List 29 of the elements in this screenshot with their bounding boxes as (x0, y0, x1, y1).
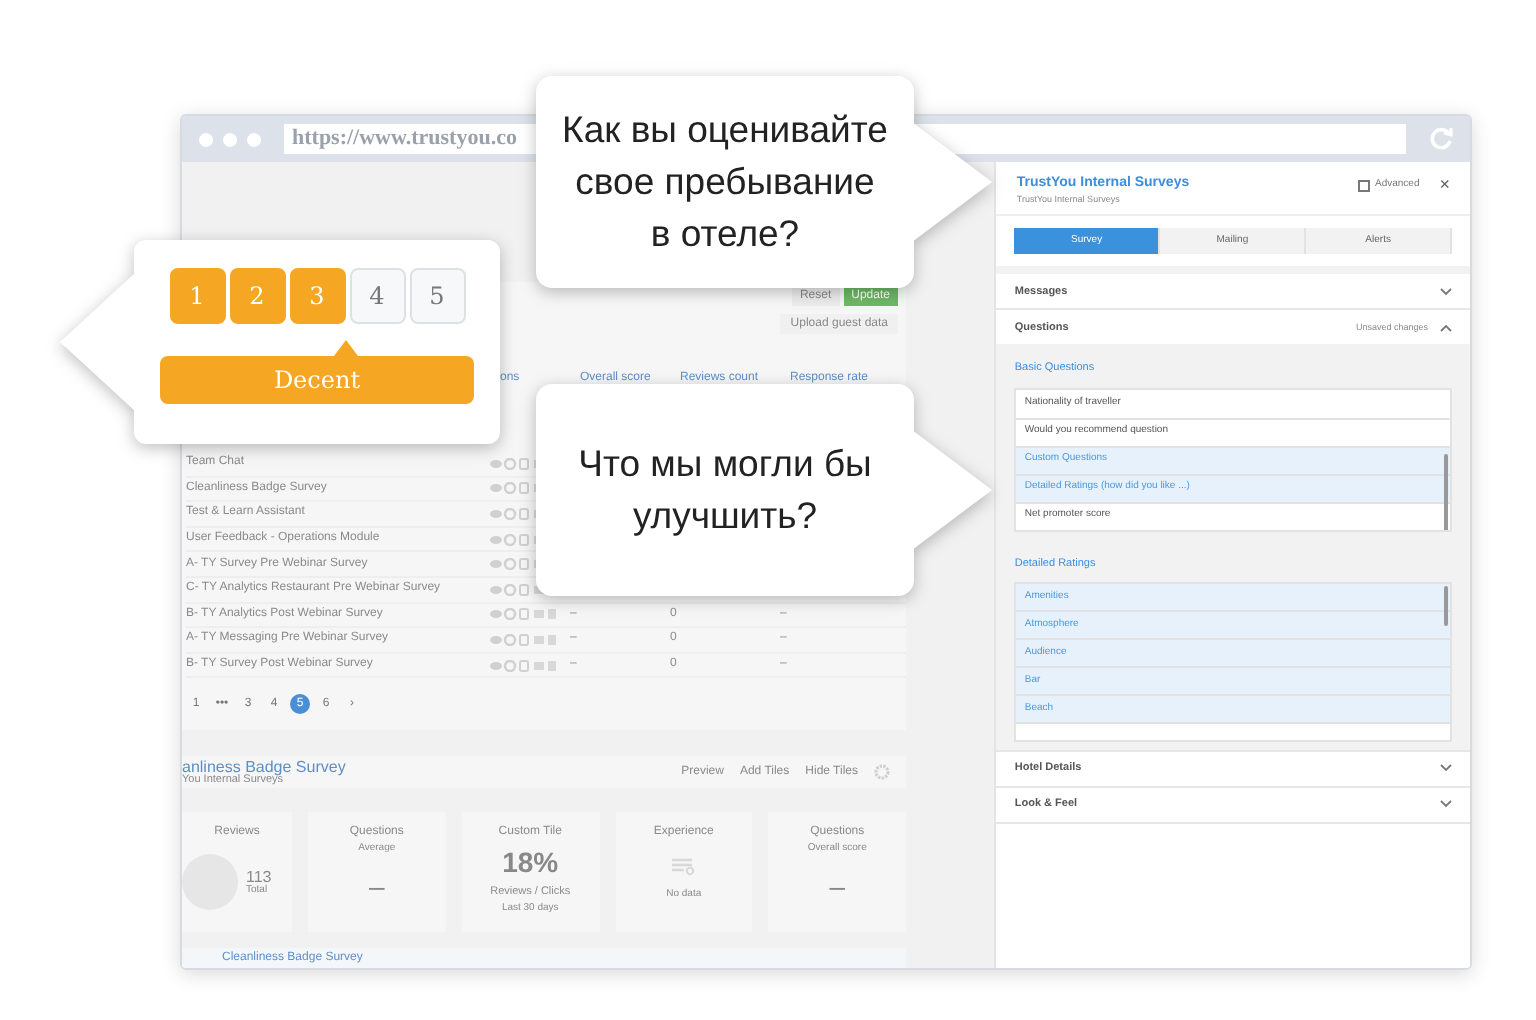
chevron-up-icon (1440, 323, 1452, 332)
settings-icon[interactable] (874, 764, 890, 781)
rating-option[interactable]: 3 (289, 268, 345, 324)
rating-option[interactable]: 1 (169, 268, 225, 324)
survey-title: anliness Badge Survey (182, 759, 346, 776)
rating-option[interactable]: 2 (229, 268, 285, 324)
row-actions-icon (490, 659, 558, 672)
pointer-icon (333, 340, 357, 356)
scrollbar-thumb[interactable] (1444, 453, 1448, 530)
row-actions-icon (490, 633, 558, 646)
chevron-down-icon (1440, 287, 1452, 296)
url-text: https://www.trustyou.co (292, 124, 517, 154)
rating-option[interactable]: 5 (409, 268, 465, 324)
reload-icon[interactable] (1428, 126, 1454, 152)
window-dots-icon (198, 131, 266, 147)
list-search-icon (671, 858, 696, 877)
tile-value: – (368, 867, 385, 906)
row-actions-icon (490, 608, 558, 621)
tile-value: – (829, 867, 846, 906)
chevron-down-icon (1440, 764, 1452, 773)
tile-value: 113 (246, 869, 272, 886)
donut-icon (182, 854, 238, 911)
scrollbar-thumb[interactable] (1444, 585, 1448, 626)
tile-value: 18% (502, 844, 559, 883)
chevron-down-icon (1440, 800, 1452, 809)
advanced-checkbox[interactable] (1358, 179, 1371, 191)
bubble-text: Что мы могли бы улучшить? (578, 440, 872, 540)
rating-option[interactable]: 4 (349, 268, 405, 324)
close-button[interactable]: × (1439, 176, 1450, 194)
